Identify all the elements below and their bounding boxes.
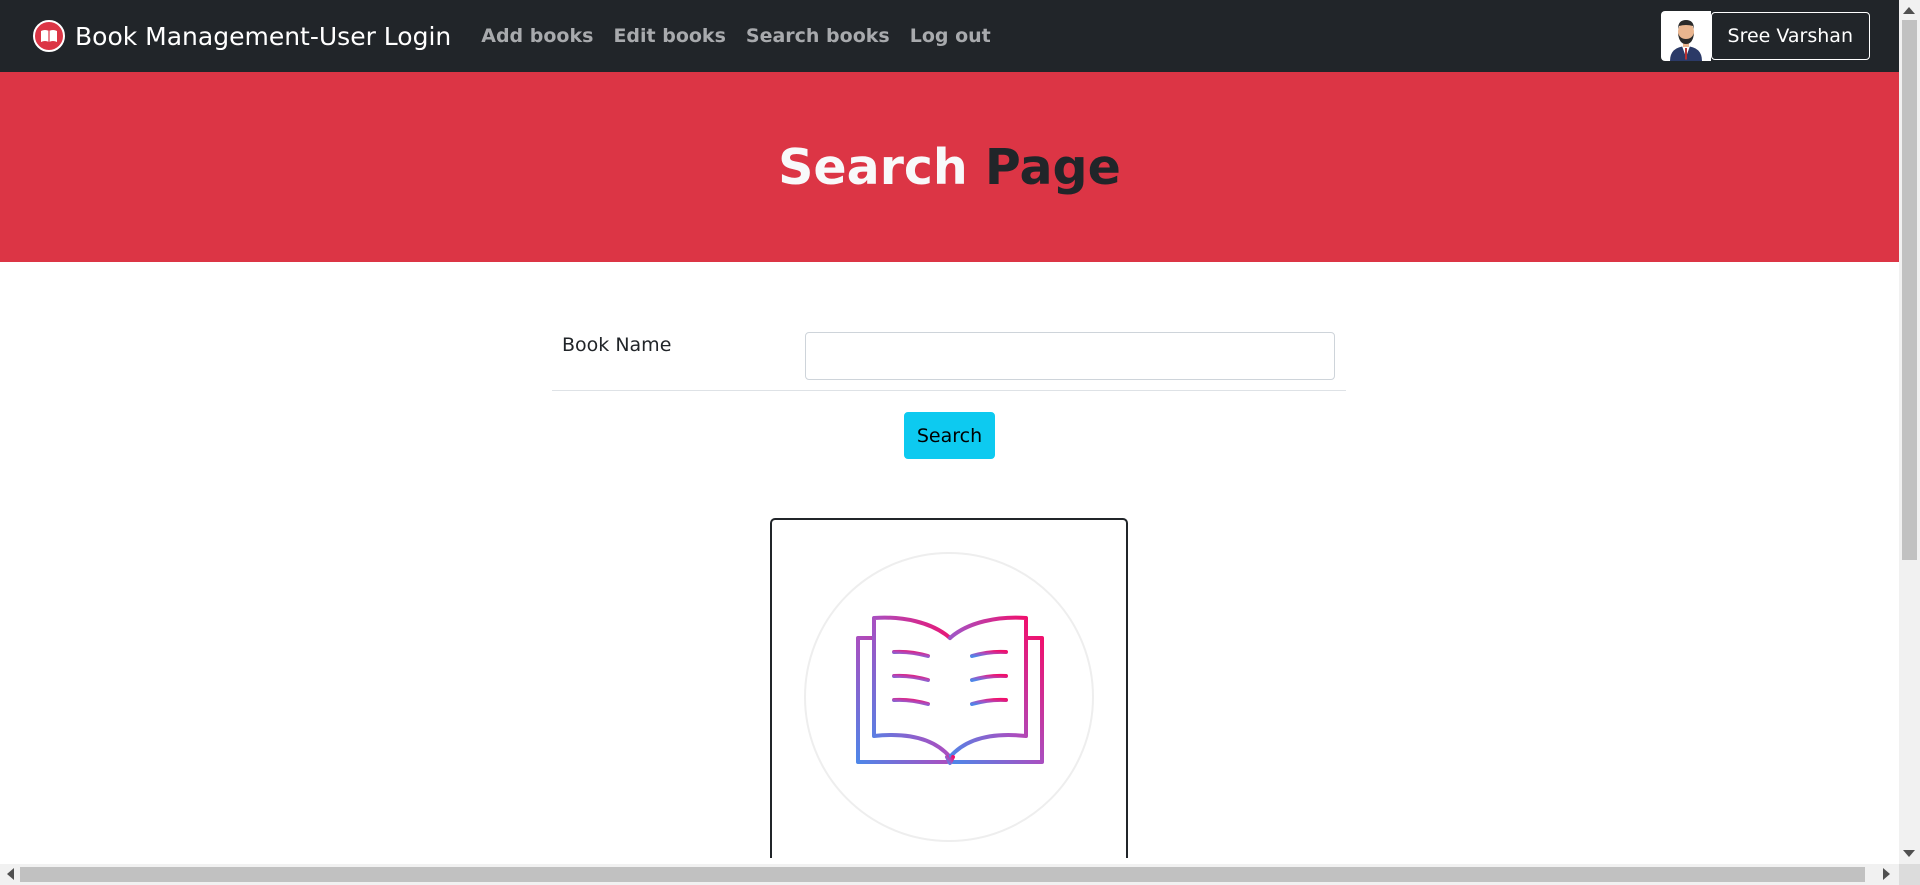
user-avatar-icon xyxy=(1660,11,1711,61)
nav-link-edit-books[interactable]: Edit books xyxy=(613,25,725,47)
search-button[interactable]: Search xyxy=(904,412,995,459)
book-logo-icon xyxy=(33,20,65,52)
open-book-icon xyxy=(856,615,1044,765)
book-name-input[interactable] xyxy=(805,332,1335,380)
nav-link-add-books[interactable]: Add books xyxy=(481,25,593,47)
user-name-button[interactable]: Sree Varshan xyxy=(1710,12,1870,60)
brand[interactable]: Book Management-User Login xyxy=(33,20,451,52)
page-title-part1: Search xyxy=(778,138,968,196)
scroll-left-icon[interactable] xyxy=(7,868,14,880)
nav-links: Add books Edit books Search books Log ou… xyxy=(481,25,1011,47)
nav-link-search-books[interactable]: Search books xyxy=(746,25,890,47)
brand-title: Book Management-User Login xyxy=(75,21,452,51)
scroll-up-icon[interactable] xyxy=(1903,7,1915,14)
horizontal-scroll-thumb[interactable] xyxy=(20,867,1865,882)
book-name-row: Book Name xyxy=(552,322,1346,391)
scroll-down-icon[interactable] xyxy=(1903,850,1915,857)
result-card xyxy=(770,518,1128,858)
vertical-scroll-thumb[interactable] xyxy=(1902,20,1917,560)
scrollbar-corner xyxy=(1899,864,1920,885)
nav-link-log-out[interactable]: Log out xyxy=(910,25,991,47)
page-title: Search Page xyxy=(778,139,1121,196)
user-area: Sree Varshan xyxy=(1660,11,1870,61)
hero-banner: Search Page xyxy=(0,72,1899,262)
page-title-part2: Page xyxy=(984,138,1121,196)
horizontal-scrollbar[interactable] xyxy=(0,864,1920,885)
top-navbar: Book Management-User Login Add books Edi… xyxy=(0,0,1899,72)
book-name-label: Book Name xyxy=(562,334,672,356)
scroll-right-icon[interactable] xyxy=(1883,868,1890,880)
vertical-scrollbar[interactable] xyxy=(1899,0,1920,864)
